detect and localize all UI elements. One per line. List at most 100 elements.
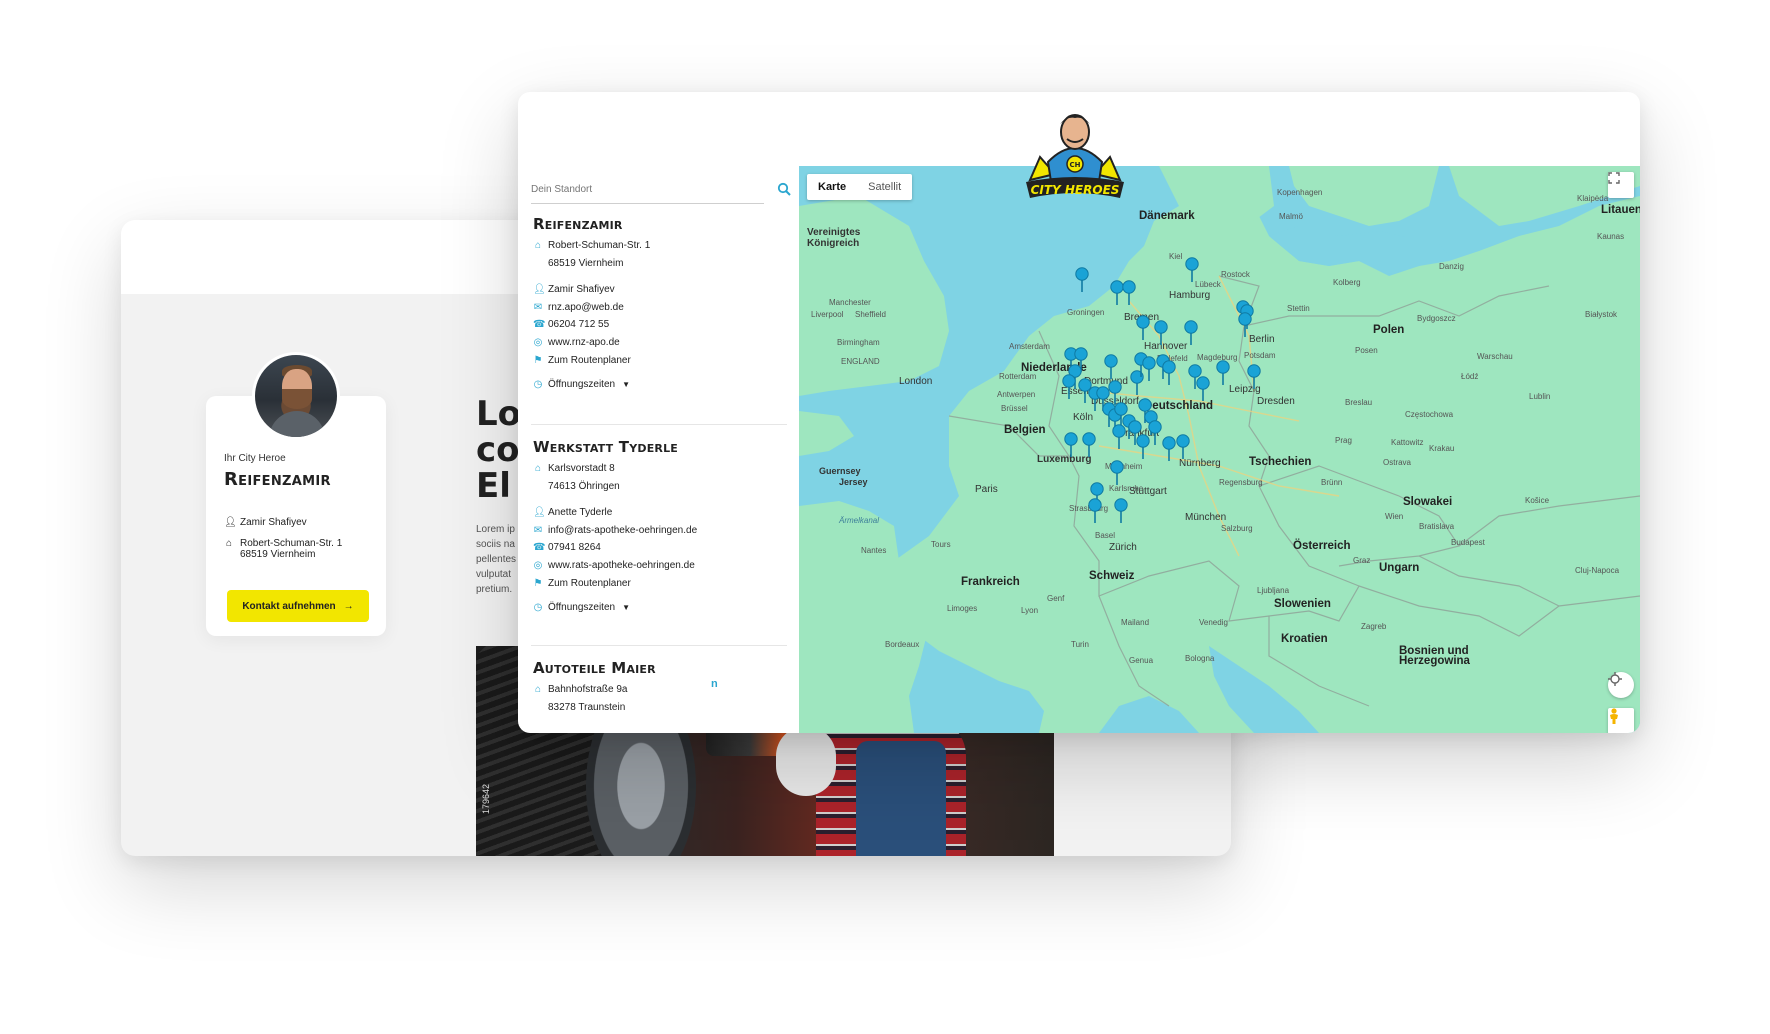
map-label-city: Rostock	[1221, 270, 1250, 279]
map-label-city: Potsdam	[1244, 351, 1276, 360]
map-label-city: Stettin	[1287, 304, 1310, 313]
location-route-link[interactable]: ⚑ Zum Routenplaner	[533, 352, 789, 370]
map-label-city: Kaunas	[1597, 232, 1625, 241]
contact-button[interactable]: Kontakt aufnehmen →	[227, 590, 369, 622]
map[interactable]: Dänemark Niederlande Belgien Deutschland…	[799, 166, 1640, 733]
map-label-country: Dänemark	[1139, 210, 1195, 222]
map-label-city: Zagreb	[1361, 622, 1387, 631]
location-title: Werkstatt Tyderle	[533, 438, 679, 456]
map-label-country: Belgien	[1004, 424, 1046, 436]
map-label-sea: Ärmelkanal	[839, 516, 880, 525]
map-label-city: Kiel	[1169, 252, 1183, 261]
location-title: Autoteile Maier	[533, 659, 656, 677]
location-card[interactable]: Reifenzamir ⌂ Robert-Schuman-Str. 1 68519…	[533, 215, 789, 390]
map-label-city: Danzig	[1439, 262, 1464, 271]
map-pin-icon[interactable]	[1064, 432, 1078, 458]
map-label-country: Kroatien	[1281, 633, 1328, 645]
map-pin-icon[interactable]	[1162, 436, 1176, 462]
map-type-tabs: Karte Satellit	[807, 174, 913, 200]
map-label-city: Kolberg	[1333, 278, 1361, 287]
map-label-city: Groningen	[1067, 308, 1105, 317]
location-card[interactable]: Autoteile Maier ⌂ Bahnhofstraße 9a 83278 …	[533, 659, 789, 716]
map-label-city: Wien	[1385, 512, 1404, 521]
map-pin-icon[interactable]	[1122, 280, 1136, 306]
location-web-link[interactable]: ◎ www.rats-apotheke-oehringen.de	[533, 557, 789, 575]
opening-hours-toggle[interactable]: ◷ Öffnungszeiten ▼	[533, 379, 789, 390]
map-label-region: Vereinigtes Königreich	[807, 227, 861, 249]
clock-icon: ◷	[533, 379, 543, 391]
map-pin-icon[interactable]	[1075, 267, 1089, 293]
map-label-country: Österreich	[1293, 540, 1351, 552]
my-location-button[interactable]	[1608, 672, 1634, 698]
divider	[531, 424, 787, 425]
photo-id: 179642	[481, 783, 491, 814]
map-label-city: Košice	[1525, 496, 1550, 505]
location-search-input[interactable]	[531, 176, 764, 204]
map-pin-icon[interactable]	[1082, 432, 1096, 458]
map-pin-icon[interactable]	[1136, 315, 1150, 341]
map-pin-icon[interactable]	[1184, 320, 1198, 346]
map-label-city: Genf	[1047, 594, 1065, 603]
map-pin-icon[interactable]	[1154, 320, 1168, 346]
map-pin-icon[interactable]	[1114, 498, 1128, 524]
fullscreen-button[interactable]	[1608, 172, 1634, 198]
location-card[interactable]: Werkstatt Tyderle ⌂ Karlsvorstadt 8 74613…	[533, 438, 789, 613]
location-email-link[interactable]: ✉ rnz.apo@web.de	[533, 299, 789, 317]
map-label-city: Tours	[931, 540, 951, 549]
map-label-country: Slowakei	[1403, 496, 1453, 508]
street-view-button[interactable]	[1608, 708, 1634, 733]
map-pin-icon[interactable]	[1176, 434, 1190, 460]
map-label-city: Zürich	[1109, 542, 1137, 553]
location-route-link[interactable]: ⚑ Zum Routenplaner	[533, 575, 789, 593]
location-phone-link[interactable]: ☎ 07941 8264	[533, 539, 789, 557]
map-label-city: Genua	[1129, 656, 1154, 665]
map-label-city: Berlin	[1249, 334, 1275, 345]
envelope-icon: ✉	[533, 301, 543, 313]
profile-contact-person: 👤︎ Zamir Shafiyev	[224, 517, 307, 528]
map-label-country: Schweiz	[1089, 570, 1135, 582]
map-pin-icon[interactable]	[1162, 360, 1176, 386]
map-pin-icon[interactable]	[1238, 312, 1252, 338]
map-label-city: Lublin	[1529, 392, 1551, 401]
search-icon[interactable]	[777, 182, 791, 196]
route-icon: ⚑	[533, 354, 543, 366]
map-label-city: Graz	[1353, 556, 1371, 565]
map-label-city: Krakau	[1429, 444, 1455, 453]
phone-icon: ☎	[533, 542, 546, 554]
map-pin-icon[interactable]	[1112, 424, 1126, 450]
map-pin-icon[interactable]	[1062, 374, 1076, 400]
avatar	[252, 352, 340, 440]
map-label-city: Köln	[1073, 412, 1094, 423]
map-label-city: Liverpool	[811, 310, 844, 319]
map-pin-icon[interactable]	[1104, 354, 1118, 380]
location-person: 👤︎ Zamir Shafiyev	[533, 281, 789, 299]
map-pin-icon[interactable]	[1247, 364, 1261, 390]
map-pin-icon[interactable]	[1216, 360, 1230, 386]
map-label-region: ENGLAND	[841, 357, 880, 366]
map-label-city: Białystok	[1585, 310, 1618, 319]
map-label-city: Limoges	[947, 604, 978, 613]
map-pin-icon[interactable]	[1196, 376, 1210, 402]
map-label-country: Litauen	[1601, 204, 1640, 216]
map-label-city: Dresden	[1257, 396, 1295, 407]
person-icon: 👤︎	[533, 284, 546, 296]
tab-satellit[interactable]: Satellit	[857, 174, 912, 200]
map-label-city: Paris	[975, 484, 998, 495]
tab-karte[interactable]: Karte	[807, 174, 857, 200]
person-icon: 👤︎	[533, 507, 546, 519]
map-pin-icon[interactable]	[1110, 460, 1124, 486]
location-web-link[interactable]: ◎ www.rnz-apo.de	[533, 334, 789, 352]
map-label-city: Birmingham	[837, 338, 880, 347]
map-pin-icon[interactable]	[1185, 257, 1199, 283]
profile-address: ⌂ Robert-Schuman-Str. 1 68519 Viernheim	[225, 538, 343, 560]
map-pin-icon[interactable]	[1142, 356, 1156, 382]
profile-name: Reifenzamir	[224, 469, 331, 490]
opening-hours-toggle[interactable]: ◷ Öffnungszeiten ▼	[533, 602, 789, 613]
map-pin-icon[interactable]	[1148, 420, 1162, 446]
home-icon: ⌂	[225, 538, 233, 549]
map-pin-icon[interactable]	[1088, 498, 1102, 524]
map-label-country: Ungarn	[1379, 562, 1420, 574]
location-email-link[interactable]: ✉ info@rats-apotheke-oehringen.de	[533, 522, 789, 540]
location-phone-link[interactable]: ☎ 06204 712 55	[533, 316, 789, 334]
map-label-city: Budapest	[1451, 538, 1485, 547]
